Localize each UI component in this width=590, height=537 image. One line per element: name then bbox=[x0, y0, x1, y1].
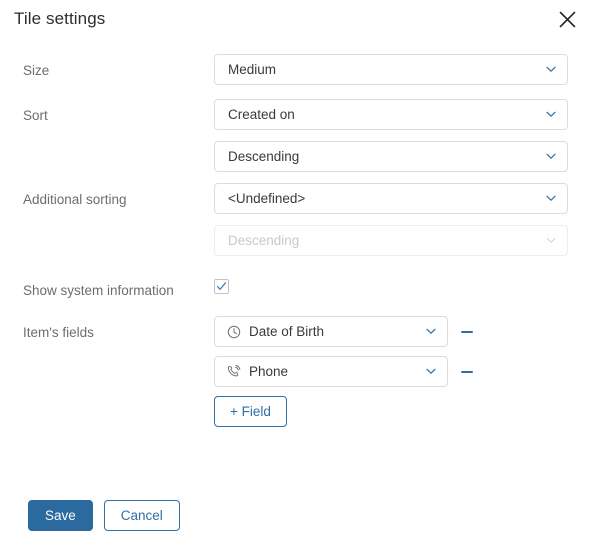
size-control: Medium bbox=[214, 54, 568, 85]
item-field-select-1[interactable]: Phone bbox=[214, 356, 448, 387]
close-icon bbox=[558, 10, 576, 28]
sort-direction-select[interactable]: Descending bbox=[214, 141, 568, 172]
chevron-down-icon bbox=[546, 236, 556, 246]
form-row-sort-direction: Descending bbox=[0, 138, 590, 180]
remove-item-field-button-1[interactable] bbox=[459, 364, 475, 380]
sort-direction-control: Descending bbox=[214, 141, 568, 172]
form-row-show-system-information: Show system information bbox=[0, 271, 590, 313]
show-system-information-control bbox=[214, 274, 229, 294]
item-field-value-0: Date of Birth bbox=[249, 323, 325, 339]
chevron-down-icon bbox=[546, 194, 556, 204]
chevron-down-icon bbox=[426, 367, 436, 377]
add-field-control: + Field bbox=[214, 396, 287, 427]
minus-icon bbox=[461, 330, 473, 333]
chevron-down-icon bbox=[426, 327, 436, 337]
item-field-row-0: Date of Birth bbox=[214, 316, 475, 347]
cancel-button[interactable]: Cancel bbox=[103, 500, 180, 531]
chevron-down-icon bbox=[546, 65, 556, 75]
minus-icon bbox=[461, 370, 473, 373]
item-field-row-1: Phone bbox=[214, 356, 475, 387]
additional-sort-field-select[interactable]: <Undefined> bbox=[214, 183, 568, 214]
close-button[interactable] bbox=[554, 6, 580, 32]
sort-field-control: Created on bbox=[214, 99, 568, 130]
item-field-select-0[interactable]: Date of Birth bbox=[214, 316, 448, 347]
form-row-add-field: + Field bbox=[0, 393, 590, 435]
dialog-header: Tile settings bbox=[0, 0, 590, 42]
add-field-button[interactable]: + Field bbox=[214, 396, 287, 427]
size-select-value: Medium bbox=[228, 61, 277, 77]
label-additional-sorting: Additional sorting bbox=[23, 192, 127, 207]
label-sort: Sort bbox=[23, 108, 48, 123]
additional-sort-field-select-value: <Undefined> bbox=[228, 190, 306, 206]
sort-field-select-value: Created on bbox=[228, 106, 295, 122]
additional-sort-direction-control: Descending bbox=[214, 225, 568, 256]
dialog-footer: Save Cancel bbox=[0, 500, 590, 537]
phone-icon bbox=[226, 364, 241, 379]
label-item-fields: Item's fields bbox=[23, 325, 94, 340]
page-title: Tile settings bbox=[14, 9, 106, 28]
additional-sort-field-control: <Undefined> bbox=[214, 183, 568, 214]
size-select[interactable]: Medium bbox=[214, 54, 568, 85]
show-system-information-checkbox[interactable] bbox=[214, 279, 229, 294]
save-button[interactable]: Save bbox=[28, 500, 93, 531]
additional-sort-direction-select: Descending bbox=[214, 225, 568, 256]
label-show-system-information: Show system information bbox=[23, 283, 174, 298]
chevron-down-icon bbox=[546, 152, 556, 162]
sort-field-select[interactable]: Created on bbox=[214, 99, 568, 130]
form-row-sort-field: Sort Created on bbox=[0, 96, 590, 138]
form-row-additional-sort-direction: Descending bbox=[0, 222, 590, 264]
chevron-down-icon bbox=[546, 110, 556, 120]
clock-icon bbox=[226, 324, 241, 339]
remove-item-field-button-0[interactable] bbox=[459, 324, 475, 340]
label-size: Size bbox=[23, 63, 50, 78]
sort-direction-select-value: Descending bbox=[228, 148, 300, 164]
item-field-value-1: Phone bbox=[249, 363, 289, 379]
form-row-additional-sorting: Additional sorting <Undefined> bbox=[0, 180, 590, 222]
additional-sort-direction-select-value: Descending bbox=[228, 232, 300, 248]
form-row-size: Size Medium bbox=[0, 51, 590, 93]
form-row-item-fields: Item's fields Date of Birth bbox=[0, 313, 590, 355]
form-row-item-field-1: Phone bbox=[0, 353, 590, 395]
